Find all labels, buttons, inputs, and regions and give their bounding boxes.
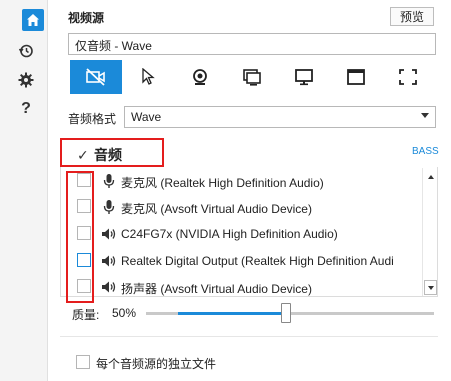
monitor-icon bbox=[295, 69, 313, 86]
sidebar: ? bbox=[0, 0, 48, 381]
audio-format-value: Wave bbox=[131, 110, 162, 124]
settings-button[interactable] bbox=[16, 70, 36, 90]
audio-format-label: 音频格式 bbox=[68, 112, 117, 126]
capture-mode-toolbar bbox=[70, 60, 436, 94]
list-item[interactable]: 麦克风 (Realtek High Definition Audio) bbox=[61, 168, 421, 194]
device-name: Realtek Digital Output (Realtek High Def… bbox=[121, 254, 394, 268]
quality-slider-thumb[interactable] bbox=[281, 303, 291, 323]
help-button[interactable]: ? bbox=[16, 99, 36, 119]
independent-file-checkbox[interactable] bbox=[76, 355, 90, 369]
device-name: 麦克风 (Realtek High Definition Audio) bbox=[121, 176, 324, 190]
microphone-icon bbox=[101, 199, 117, 215]
cursor-icon bbox=[142, 68, 155, 85]
help-icon: ? bbox=[21, 100, 31, 117]
history-button[interactable] bbox=[16, 41, 36, 61]
arrow-up-icon bbox=[427, 174, 434, 179]
tool-window[interactable] bbox=[330, 60, 382, 94]
windows-icon bbox=[243, 69, 261, 86]
device-name: 麦克风 (Avsoft Virtual Audio Device) bbox=[121, 202, 312, 216]
audio-enabled-checkbox[interactable]: ✓ bbox=[77, 147, 89, 164]
list-item[interactable]: 扬声器 (Avsoft Virtual Audio Device) bbox=[61, 274, 421, 300]
preview-button[interactable]: 预览 bbox=[390, 7, 434, 26]
region-icon bbox=[399, 69, 417, 85]
tool-no-video[interactable] bbox=[70, 60, 122, 94]
audio-format-select[interactable]: Wave bbox=[124, 106, 436, 128]
speaker-icon bbox=[101, 253, 117, 269]
speaker-icon bbox=[101, 279, 117, 295]
device-name: C24FG7x (NVIDIA High Definition Audio) bbox=[121, 227, 338, 241]
bass-link[interactable]: BASS bbox=[412, 146, 439, 157]
no-video-icon bbox=[86, 68, 105, 86]
device-list-scrollbar[interactable] bbox=[422, 168, 437, 296]
checkbox-highlight-box bbox=[66, 171, 94, 303]
speaker-icon bbox=[101, 226, 117, 242]
chevron-down-icon bbox=[421, 113, 429, 118]
main-panel: 视频源 预览 仅音频 - Wave 音频格式 Wave ✓ 音频 BASS 麦克… bbox=[60, 0, 451, 381]
tool-monitor[interactable] bbox=[278, 60, 330, 94]
window-icon bbox=[347, 69, 365, 85]
tool-cursor[interactable] bbox=[122, 60, 174, 94]
list-item[interactable]: 麦克风 (Avsoft Virtual Audio Device) bbox=[61, 194, 421, 220]
quality-slider-fill bbox=[178, 312, 284, 315]
audio-section-header[interactable]: ✓ 音频 bbox=[60, 138, 164, 167]
list-item[interactable]: C24FG7x (NVIDIA High Definition Audio) bbox=[61, 221, 421, 247]
video-source-label: 视频源 bbox=[68, 11, 105, 25]
list-item[interactable]: Realtek Digital Output (Realtek High Def… bbox=[61, 248, 421, 274]
scroll-up-button[interactable] bbox=[424, 169, 437, 184]
tool-region[interactable] bbox=[382, 60, 434, 94]
device-name: 扬声器 (Avsoft Virtual Audio Device) bbox=[121, 282, 312, 296]
quality-value: 50% bbox=[112, 306, 137, 320]
webcam-icon bbox=[193, 69, 207, 85]
tool-webcam[interactable] bbox=[174, 60, 226, 94]
scroll-down-button[interactable] bbox=[424, 280, 437, 295]
tool-windows[interactable] bbox=[226, 60, 278, 94]
independent-file-label: 每个音频源的独立文件 bbox=[96, 357, 217, 371]
gear-icon bbox=[18, 72, 34, 88]
quality-label: 质量: bbox=[72, 308, 100, 322]
home-button[interactable] bbox=[22, 9, 44, 31]
video-source-field[interactable]: 仅音频 - Wave bbox=[68, 33, 436, 55]
audio-device-list: 麦克风 (Realtek High Definition Audio) 麦克风 … bbox=[60, 167, 438, 297]
home-icon bbox=[27, 14, 39, 26]
arrow-down-icon bbox=[427, 285, 434, 290]
divider bbox=[60, 336, 438, 337]
microphone-icon bbox=[101, 173, 117, 189]
history-icon bbox=[18, 44, 33, 58]
audio-section-title: 音频 bbox=[94, 147, 122, 163]
